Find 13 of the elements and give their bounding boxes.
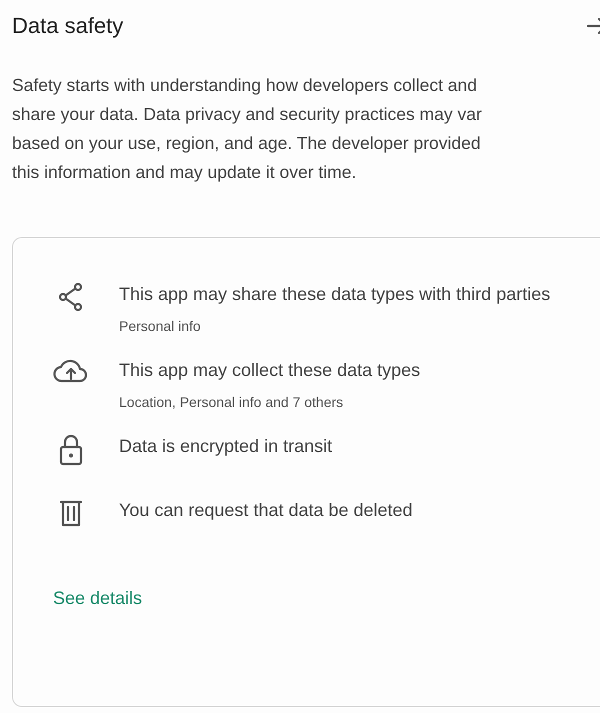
- item-title: You can request that data be deleted: [119, 499, 414, 522]
- section-title: Data safety: [12, 13, 124, 39]
- item-title: Data is encrypted in transit: [119, 435, 334, 458]
- item-subtitle: Location, Personal info and 7 others: [119, 394, 344, 410]
- lock-icon: [58, 434, 84, 466]
- description-text: Safety starts with understanding how developers collect and share your data. Data privacy and security practices may var based on your use, region, and age. The developer provided this information and may update it over time.: [12, 74, 483, 184]
- item-subtitle: Personal info: [119, 318, 202, 334]
- item-title: This app may share these data types with third parties: [119, 283, 552, 306]
- trash-icon: [58, 498, 84, 528]
- cloud-upload-icon: [53, 358, 89, 384]
- see-details-link[interactable]: See details: [53, 588, 142, 609]
- share-icon: [58, 282, 84, 312]
- item-title: This app may collect these data types: [119, 359, 422, 382]
